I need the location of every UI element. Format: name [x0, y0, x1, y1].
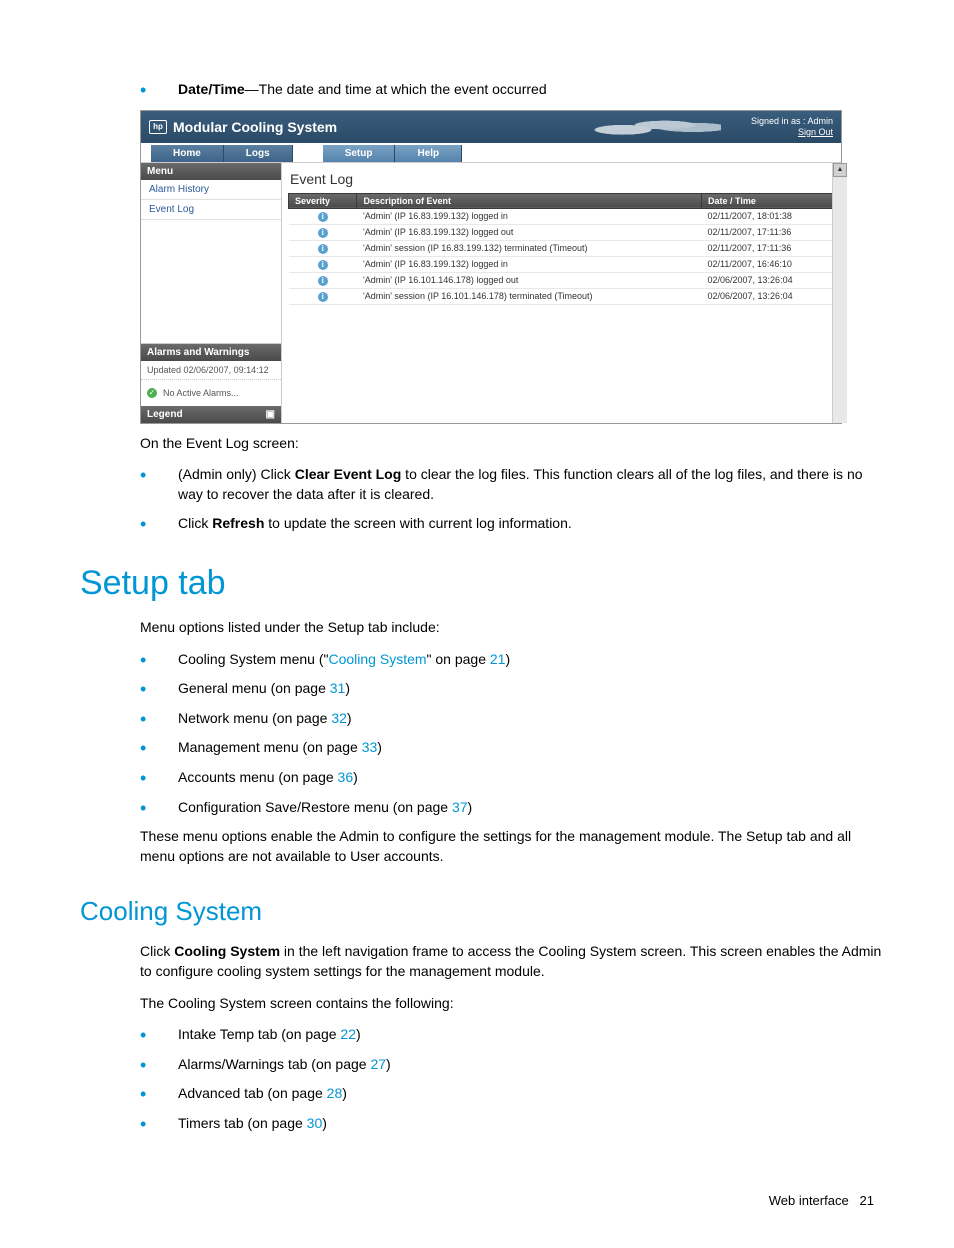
- page-ref-link[interactable]: 32: [331, 710, 347, 726]
- page-ref-link[interactable]: 36: [338, 769, 354, 785]
- main-panel: Event Log Severity Description of Event …: [282, 163, 841, 423]
- footer-page: 21: [860, 1193, 874, 1208]
- intro-bullet: Date/Time—The date and time at which the…: [140, 80, 884, 100]
- legend-label: Legend: [147, 409, 183, 420]
- cooling-p2: The Cooling System screen contains the f…: [140, 994, 884, 1014]
- page-ref-link[interactable]: 27: [370, 1056, 386, 1072]
- sidebar-item-alarm-history[interactable]: Alarm History: [141, 180, 281, 200]
- info-icon: i: [318, 292, 328, 302]
- page-ref-link[interactable]: 28: [327, 1085, 343, 1101]
- event-datetime: 02/11/2007, 17:11:36: [702, 240, 835, 256]
- page-ref-link[interactable]: 21: [490, 651, 506, 667]
- cooling-p1-pre: Click: [140, 943, 174, 959]
- info-icon: i: [318, 228, 328, 238]
- ok-icon: ✓: [147, 388, 157, 398]
- page-footer: Web interface 21: [80, 1193, 884, 1208]
- tab-bar: Home Logs Setup Help: [141, 143, 841, 163]
- no-alarms-text: No Active Alarms...: [163, 388, 239, 398]
- intro-bullet-label: Date/Time: [178, 81, 245, 97]
- page-ref-link[interactable]: 31: [330, 680, 346, 696]
- page-ref-link[interactable]: 22: [340, 1026, 356, 1042]
- table-row: i 'Admin' (IP 16.83.199.132) logged out02…: [289, 224, 835, 240]
- event-log-table: Severity Description of Event Date / Tim…: [288, 193, 835, 305]
- event-log-screenshot: hp Modular Cooling System Signed in as :…: [140, 110, 842, 424]
- sidebar-menu-header: Menu: [141, 163, 281, 180]
- event-datetime: 02/11/2007, 16:46:10: [702, 256, 835, 272]
- page-ref-link[interactable]: 37: [452, 799, 468, 815]
- signed-in-text: Signed in as : Admin: [751, 116, 833, 127]
- after-screenshot-text: On the Event Log screen:: [140, 434, 884, 454]
- col-datetime: Date / Time: [702, 193, 835, 208]
- setup-closing: These menu options enable the Admin to c…: [140, 827, 884, 866]
- intro-bullet-text: —The date and time at which the event oc…: [245, 81, 547, 97]
- col-description: Description of Event: [357, 193, 702, 208]
- info-icon: i: [318, 244, 328, 254]
- info-icon: i: [318, 276, 328, 286]
- event-description: 'Admin' session (IP 16.83.199.132) termi…: [357, 240, 702, 256]
- list-item: Accounts menu (on page 36): [140, 768, 884, 788]
- footer-label: Web interface: [769, 1193, 849, 1208]
- list-item: Timers tab (on page 30): [140, 1114, 884, 1134]
- table-row: i 'Admin' session (IP 16.83.199.132) term…: [289, 240, 835, 256]
- list-item: Intake Temp tab (on page 22): [140, 1025, 884, 1045]
- cooling-p1: Click Cooling System in the left navigat…: [140, 942, 884, 981]
- list-item: Alarms/Warnings tab (on page 27): [140, 1055, 884, 1075]
- sidebar-item-event-log[interactable]: Event Log: [141, 200, 281, 220]
- event-description: 'Admin' (IP 16.83.199.132) logged in: [357, 208, 702, 224]
- scrollbar[interactable]: ▲: [832, 163, 847, 423]
- page-ref-link[interactable]: 30: [307, 1115, 323, 1131]
- table-row: i 'Admin' (IP 16.83.199.132) logged in02/…: [289, 256, 835, 272]
- cooling-p1-bold: Cooling System: [174, 943, 280, 959]
- alarms-warnings-header: Alarms and Warnings: [141, 344, 281, 361]
- expand-icon: ▣: [266, 409, 275, 420]
- legend-header[interactable]: Legend ▣: [141, 406, 281, 423]
- list-item: Click Refresh to update the screen with …: [140, 514, 884, 534]
- alarms-updated-text: Updated 02/06/2007, 09:14:12: [141, 361, 281, 380]
- col-severity: Severity: [289, 193, 357, 208]
- list-item: Network menu (on page 32): [140, 709, 884, 729]
- setup-tab-heading: Setup tab: [80, 564, 884, 603]
- page-ref-link[interactable]: 33: [362, 739, 378, 755]
- event-description: 'Admin' session (IP 16.101.146.178) term…: [357, 288, 702, 304]
- sign-out-link[interactable]: Sign Out: [798, 127, 833, 137]
- table-row: i 'Admin' (IP 16.101.146.178) logged out0…: [289, 272, 835, 288]
- header-graphic: [581, 113, 721, 137]
- event-datetime: 02/11/2007, 17:11:36: [702, 224, 835, 240]
- tab-logs[interactable]: Logs: [224, 145, 293, 162]
- tab-setup[interactable]: Setup: [323, 145, 396, 162]
- tab-help[interactable]: Help: [395, 145, 462, 162]
- no-alarms-row: ✓ No Active Alarms...: [141, 380, 281, 406]
- cooling-system-heading: Cooling System: [80, 896, 884, 927]
- event-description: 'Admin' (IP 16.83.199.132) logged in: [357, 256, 702, 272]
- list-item: Management menu (on page 33): [140, 738, 884, 758]
- scroll-up-icon[interactable]: ▲: [833, 163, 847, 177]
- app-header: hp Modular Cooling System Signed in as :…: [141, 111, 841, 143]
- list-item: General menu (on page 31): [140, 679, 884, 699]
- info-icon: i: [318, 212, 328, 222]
- list-item: Advanced tab (on page 28): [140, 1084, 884, 1104]
- main-title: Event Log: [288, 167, 835, 193]
- event-datetime: 02/06/2007, 13:26:04: [702, 272, 835, 288]
- event-description: 'Admin' (IP 16.83.199.132) logged out: [357, 224, 702, 240]
- tab-home[interactable]: Home: [151, 145, 224, 162]
- setup-intro: Menu options listed under the Setup tab …: [140, 618, 884, 638]
- table-row: i 'Admin' session (IP 16.101.146.178) ter…: [289, 288, 835, 304]
- event-datetime: 02/11/2007, 18:01:38: [702, 208, 835, 224]
- hp-logo-icon: hp: [149, 120, 167, 134]
- sidebar: Menu Alarm History Event Log Alarms and …: [141, 163, 282, 423]
- event-datetime: 02/06/2007, 13:26:04: [702, 288, 835, 304]
- list-item: Configuration Save/Restore menu (on page…: [140, 798, 884, 818]
- event-description: 'Admin' (IP 16.101.146.178) logged out: [357, 272, 702, 288]
- list-item: Cooling System menu ("Cooling System" on…: [140, 650, 884, 670]
- info-icon: i: [318, 260, 328, 270]
- list-item: (Admin only) Click Clear Event Log to cl…: [140, 465, 884, 504]
- cross-ref-link[interactable]: Cooling System: [328, 651, 426, 667]
- table-row: i 'Admin' (IP 16.83.199.132) logged in02/…: [289, 208, 835, 224]
- product-title: Modular Cooling System: [173, 119, 337, 135]
